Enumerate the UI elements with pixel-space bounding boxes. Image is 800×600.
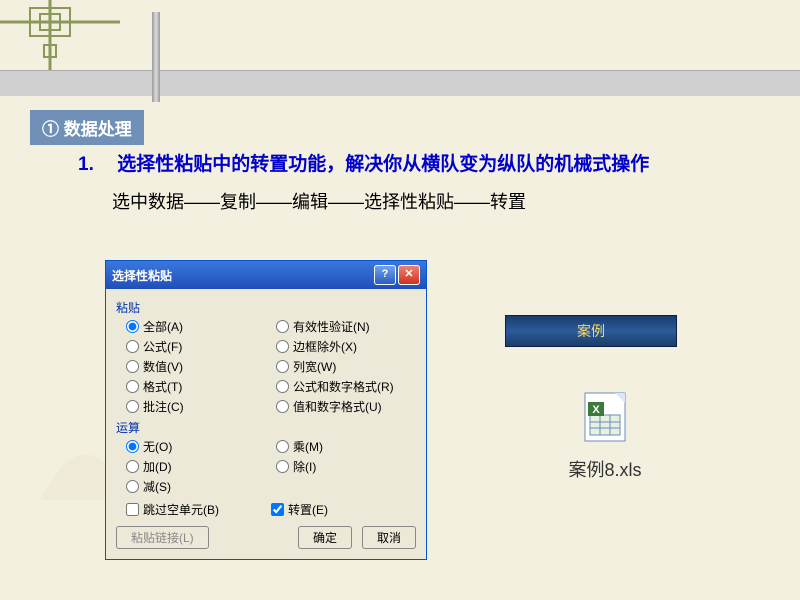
radio-option[interactable]: 乘(M)	[276, 438, 416, 455]
radio-option[interactable]: 全部(A)	[126, 318, 266, 335]
cancel-button[interactable]: 取消	[362, 526, 416, 549]
radio-input[interactable]	[276, 460, 289, 473]
group-paste-label: 粘贴	[116, 299, 416, 316]
skip-blanks-label: 跳过空单元(B)	[143, 501, 219, 518]
skip-blanks-input[interactable]	[126, 503, 139, 516]
radio-input[interactable]	[126, 400, 139, 413]
transpose-input[interactable]	[271, 503, 284, 516]
close-icon[interactable]: ✕	[398, 265, 420, 285]
ornament-top-icon	[0, 0, 120, 80]
steps-text: 选中数据——复制——编辑——选择性粘贴——转置	[112, 188, 728, 214]
transpose-label: 转置(E)	[288, 501, 328, 518]
radio-label: 除(I)	[293, 458, 316, 475]
radio-option[interactable]: 加(D)	[126, 458, 266, 475]
radio-input[interactable]	[126, 460, 139, 473]
ok-button[interactable]: 确定	[298, 526, 352, 549]
radio-input[interactable]	[126, 380, 139, 393]
radio-label: 格式(T)	[143, 378, 182, 395]
item-text: 选择性粘贴中的转置功能，解决你从横队变为纵队的机械式操作	[117, 150, 707, 180]
paste-link-button[interactable]: 粘贴链接(L)	[116, 526, 209, 549]
radio-input[interactable]	[276, 360, 289, 373]
radio-input[interactable]	[276, 320, 289, 333]
radio-input[interactable]	[126, 480, 139, 493]
radio-label: 边框除外(X)	[293, 338, 357, 355]
section-header: ① 数据处理	[30, 110, 144, 145]
radio-option[interactable]: 无(O)	[126, 438, 266, 455]
radio-label: 减(S)	[143, 478, 171, 495]
group-operation-label: 运算	[116, 419, 416, 436]
radio-option[interactable]: 减(S)	[126, 478, 266, 495]
radio-label: 公式和数字格式(R)	[293, 378, 394, 395]
radio-option[interactable]: 批注(C)	[126, 398, 266, 415]
example-heading: 案例	[505, 315, 677, 347]
numbered-item: 1. 选择性粘贴中的转置功能，解决你从横队变为纵队的机械式操作	[78, 150, 728, 180]
radio-option[interactable]: 数值(V)	[126, 358, 266, 375]
radio-label: 公式(F)	[143, 338, 182, 355]
help-icon[interactable]: ?	[374, 265, 396, 285]
radio-label: 无(O)	[143, 438, 172, 455]
radio-input[interactable]	[276, 380, 289, 393]
file-name: 案例8.xls	[560, 456, 650, 482]
radio-input[interactable]	[126, 440, 139, 453]
radio-option[interactable]: 边框除外(X)	[276, 338, 416, 355]
paste-special-dialog: 选择性粘贴 ? ✕ 粘贴 全部(A) 有效性验证(N) 公式(F) 边框除外(X) 数值…	[105, 260, 427, 560]
radio-label: 乘(M)	[293, 438, 323, 455]
skip-blanks-checkbox[interactable]: 跳过空单元(B)	[126, 501, 271, 518]
horizontal-divider	[0, 70, 800, 96]
svg-text:X: X	[592, 404, 600, 416]
radio-option[interactable]: 公式和数字格式(R)	[276, 378, 416, 395]
radio-option[interactable]: 格式(T)	[126, 378, 266, 395]
radio-input[interactable]	[276, 400, 289, 413]
dialog-titlebar[interactable]: 选择性粘贴 ? ✕	[106, 261, 426, 289]
radio-label: 值和数字格式(U)	[293, 398, 382, 415]
radio-input[interactable]	[126, 320, 139, 333]
radio-option[interactable]: 列宽(W)	[276, 358, 416, 375]
transpose-checkbox[interactable]: 转置(E)	[271, 501, 416, 518]
dialog-title: 选择性粘贴	[112, 267, 172, 284]
radio-option[interactable]: 值和数字格式(U)	[276, 398, 416, 415]
vertical-accent	[152, 12, 160, 102]
radio-label: 列宽(W)	[293, 358, 336, 375]
radio-label: 批注(C)	[143, 398, 184, 415]
radio-option[interactable]: 有效性验证(N)	[276, 318, 416, 335]
radio-input[interactable]	[126, 360, 139, 373]
radio-input[interactable]	[276, 440, 289, 453]
excel-file-icon: X	[580, 390, 630, 445]
radio-option[interactable]: 公式(F)	[126, 338, 266, 355]
radio-option[interactable]: 除(I)	[276, 458, 416, 475]
file-link[interactable]: X 案例8.xls	[560, 390, 650, 482]
radio-label: 全部(A)	[143, 318, 183, 335]
radio-label: 加(D)	[143, 458, 172, 475]
radio-label: 数值(V)	[143, 358, 183, 375]
radio-label: 有效性验证(N)	[293, 318, 370, 335]
radio-input[interactable]	[276, 340, 289, 353]
radio-input[interactable]	[126, 340, 139, 353]
item-number: 1.	[78, 150, 112, 180]
